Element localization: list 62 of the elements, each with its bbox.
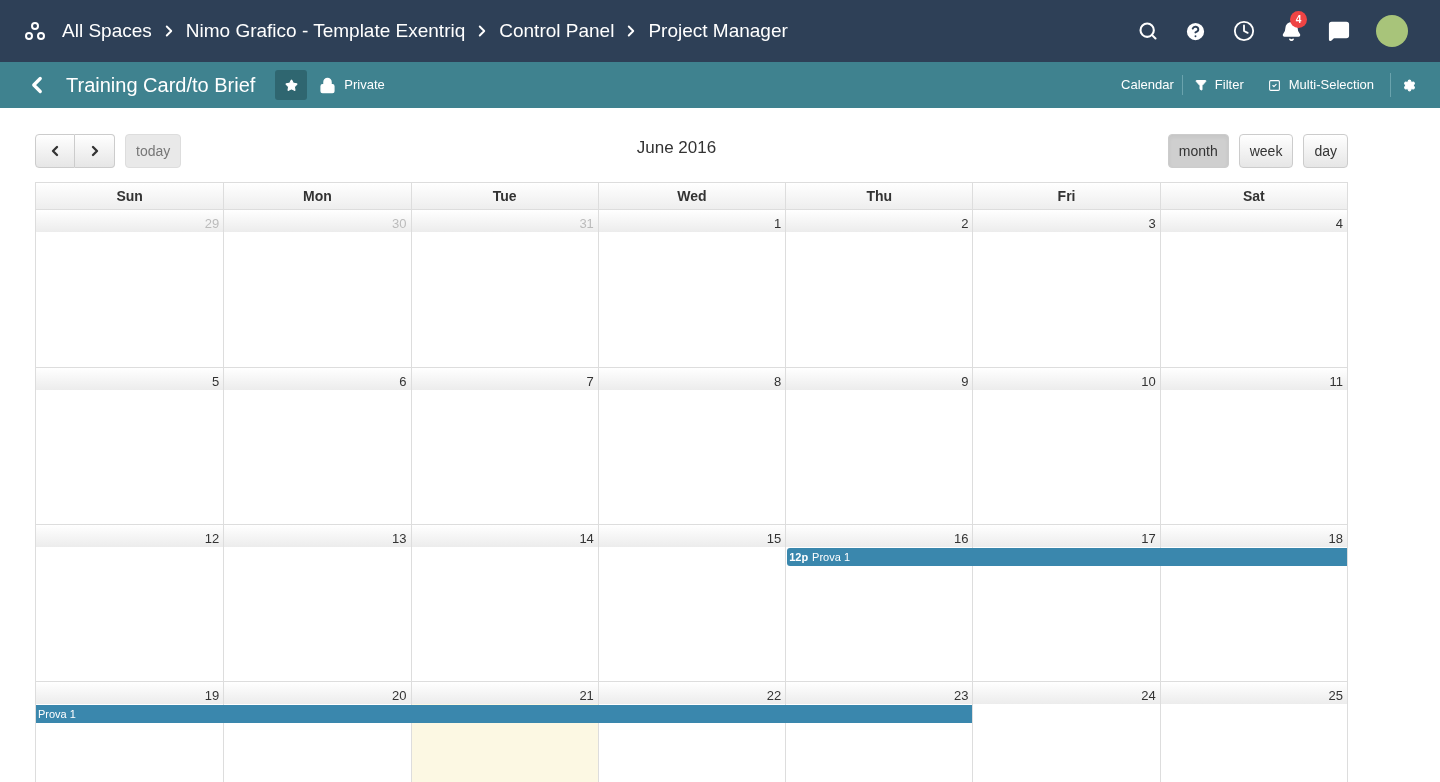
day-number[interactable]: 10 <box>1141 375 1156 388</box>
day-number[interactable]: 19 <box>204 689 220 702</box>
next-button[interactable] <box>75 134 115 168</box>
day-number[interactable]: 6 <box>399 375 407 388</box>
event-bar[interactable]: Prova 1 <box>36 705 973 723</box>
day-number[interactable]: 8 <box>773 375 782 388</box>
view-button[interactable]: day <box>1303 134 1348 168</box>
avatar[interactable] <box>1376 15 1408 47</box>
chat-icon[interactable] <box>1328 20 1350 42</box>
day-number[interactable]: 18 <box>1328 532 1343 545</box>
day-number[interactable]: 2 <box>961 217 969 230</box>
day-number[interactable]: 7 <box>586 375 594 388</box>
checkbox-icon <box>1267 78 1281 92</box>
star-button[interactable] <box>275 70 308 100</box>
notification-badge: 4 <box>1290 10 1307 28</box>
breadcrumb-link[interactable]: Nimo Grafico - Template Exentriq <box>185 16 466 46</box>
calendar-title: June 2016 <box>635 137 718 160</box>
filter-icon <box>1194 79 1207 91</box>
board-title: Training Card/to Brief <box>66 73 256 98</box>
today-button[interactable]: today <box>125 134 182 168</box>
weekday-header: Thu <box>785 183 973 209</box>
previous-button[interactable] <box>35 134 75 168</box>
lock-icon <box>319 76 337 94</box>
day-number[interactable]: 16 <box>953 532 969 545</box>
weekday-header: Mon <box>223 183 411 209</box>
breadcrumb-link[interactable]: Control Panel <box>499 16 615 46</box>
day-number[interactable]: 25 <box>1328 689 1343 702</box>
event-bar[interactable]: 12p Prova 1 <box>787 548 1347 566</box>
day-number[interactable]: 1 <box>773 217 782 230</box>
weekday-header: Wed <box>597 183 786 209</box>
weekday-header: Sat <box>1159 183 1347 209</box>
day-number[interactable]: 22 <box>766 689 782 702</box>
day-number[interactable]: 4 <box>1335 217 1343 230</box>
day-number[interactable]: 14 <box>579 532 594 545</box>
day-number[interactable]: 12 <box>204 532 220 545</box>
day-number[interactable]: 17 <box>1141 532 1156 545</box>
day-number[interactable]: 11 <box>1329 375 1343 388</box>
breadcrumb-link[interactable]: Project Manager <box>648 16 788 46</box>
day-number[interactable]: 13 <box>392 532 407 545</box>
day-number[interactable]: 5 <box>212 375 220 388</box>
day-number[interactable]: 9 <box>961 375 969 388</box>
day-number[interactable]: 3 <box>1148 217 1156 230</box>
star-icon <box>284 78 298 92</box>
calendar-link[interactable]: Calendar <box>1113 75 1182 95</box>
breadcrumb-link[interactable]: All Spaces <box>62 16 152 46</box>
weekday-header: Tue <box>410 183 598 209</box>
multi-selection-button[interactable]: Multi-Selection <box>1255 75 1386 95</box>
privacy-label: Private <box>344 76 385 95</box>
network-icon[interactable] <box>24 20 46 42</box>
day-number[interactable]: 23 <box>953 689 969 702</box>
day-number[interactable]: 20 <box>392 689 407 702</box>
view-button[interactable]: week <box>1238 134 1294 168</box>
search-icon[interactable] <box>1138 21 1158 41</box>
filter-button[interactable]: Filter <box>1181 75 1256 95</box>
settings-icon <box>1403 78 1416 92</box>
day-number[interactable]: 15 <box>766 532 782 545</box>
weekday-header: Fri <box>972 183 1160 209</box>
day-number[interactable]: 21 <box>579 689 594 702</box>
view-button[interactable]: month <box>1167 134 1229 168</box>
clock-icon[interactable] <box>1233 20 1255 42</box>
weekday-header: Sun <box>115 186 144 206</box>
day-number[interactable]: 24 <box>1141 689 1156 702</box>
